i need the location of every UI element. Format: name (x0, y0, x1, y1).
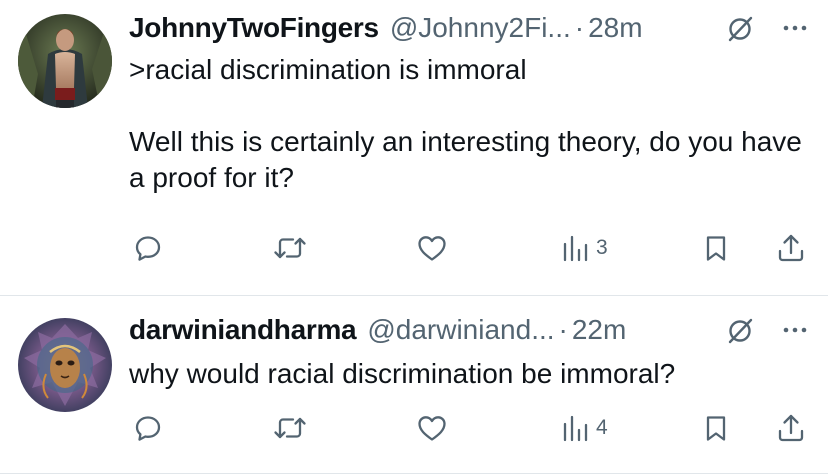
tweet-header: JohnnyTwoFingers @Johnny2Fi... · 28m (129, 8, 828, 48)
tweet-header: darwiniandharma @darwiniand... · 22m (129, 310, 828, 350)
share-button[interactable] (776, 408, 806, 448)
like-icon (418, 416, 446, 441)
user-handle[interactable]: @darwiniand... (367, 314, 554, 346)
reply-button[interactable] (133, 228, 163, 268)
bookmark-button[interactable] (702, 228, 730, 268)
reply-button[interactable] (133, 408, 163, 448)
timestamp[interactable]: 22m (572, 314, 626, 346)
like-button[interactable] (416, 228, 448, 268)
tweet-text: >racial discrimination is immoral Well t… (129, 54, 802, 193)
share-button[interactable] (776, 228, 806, 268)
repost-icon (274, 417, 306, 439)
tweet-actions: 4 (129, 408, 809, 448)
repost-icon (274, 237, 306, 259)
tweet[interactable]: darwiniandharma @darwiniand... · 22m why… (0, 296, 828, 474)
avatar[interactable] (18, 14, 112, 108)
tweet-feed: JohnnyTwoFingers @Johnny2Fi... · 28m >ra… (0, 0, 828, 475)
tweet[interactable]: JohnnyTwoFingers @Johnny2Fi... · 28m >ra… (0, 0, 828, 296)
timestamp[interactable]: 28m (588, 12, 642, 44)
views-count: 3 (596, 236, 608, 259)
display-name[interactable]: darwiniandharma (129, 314, 357, 346)
more-icon[interactable] (782, 322, 808, 338)
share-icon (778, 414, 804, 442)
views-count: 4 (596, 416, 608, 439)
mute-icon[interactable] (726, 15, 754, 43)
views-icon (563, 235, 588, 262)
mute-icon[interactable] (726, 317, 754, 345)
bookmark-icon (706, 416, 726, 441)
share-icon (778, 234, 804, 262)
views-icon (563, 415, 588, 442)
views-button[interactable]: 3 (561, 228, 608, 268)
repost-button[interactable] (273, 228, 307, 268)
reply-icon (135, 236, 161, 261)
display-name[interactable]: JohnnyTwoFingers (129, 12, 379, 44)
reply-icon (135, 416, 161, 441)
avatar[interactable] (18, 318, 112, 412)
user-handle[interactable]: @Johnny2Fi... (390, 12, 571, 44)
separator-dot: · (558, 314, 568, 345)
like-icon (418, 236, 446, 261)
like-button[interactable] (416, 408, 448, 448)
bookmark-button[interactable] (702, 408, 730, 448)
tweet-text: why would racial discrimination be immor… (129, 358, 676, 389)
views-button[interactable]: 4 (561, 408, 608, 448)
tweet-actions: 3 (129, 228, 809, 268)
separator-dot: · (574, 12, 585, 43)
bookmark-icon (706, 236, 726, 261)
more-icon[interactable] (782, 20, 808, 36)
repost-button[interactable] (273, 408, 307, 448)
